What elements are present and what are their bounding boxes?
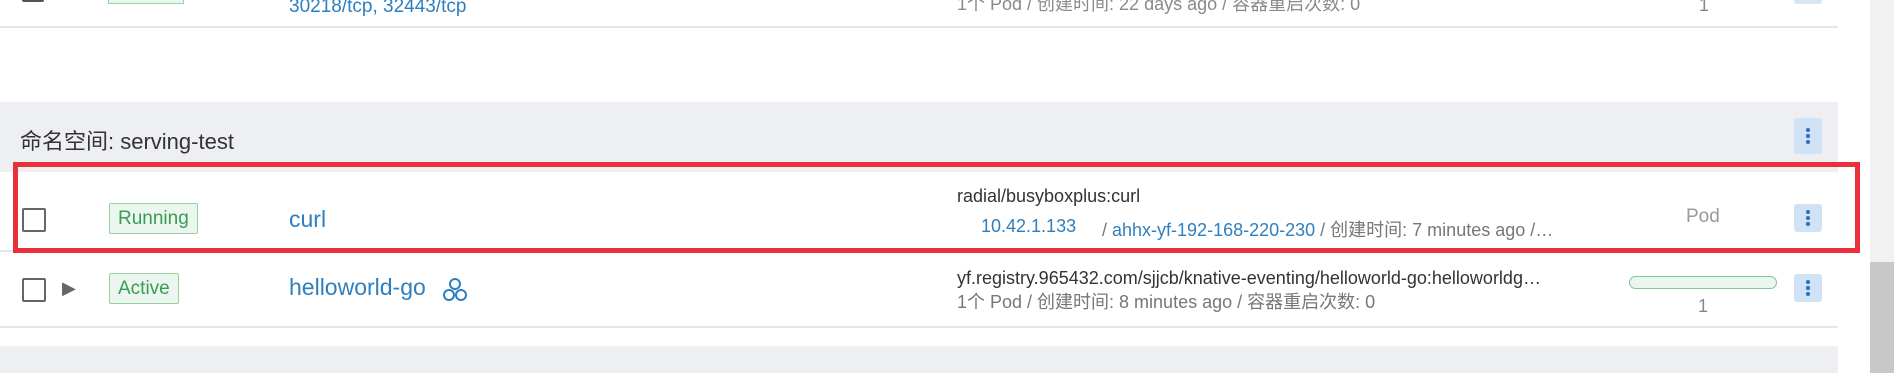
pod-progress-bar (1629, 276, 1777, 289)
row-checkbox[interactable] (22, 0, 44, 2)
table-row: ▶ Active helloworld-go yf.registry.96543… (0, 252, 1838, 328)
container-image: yf.registry.965432.com/sjjcb/knative-eve… (957, 268, 1541, 288)
triangle-right-icon[interactable]: ▶ (62, 278, 76, 299)
pod-count: 1 (1699, 0, 1710, 15)
cluster-service-icon (443, 278, 467, 301)
next-group-header (0, 346, 1838, 373)
row-menu-button[interactable] (1794, 0, 1822, 4)
status-badge (108, 0, 184, 4)
workload-list: 30218/tcp, 32443/tcp 1个 Pod / 创建时间: 22 d… (0, 0, 1870, 373)
status-badge: Active (109, 273, 179, 304)
namespace-title: 命名空间: serving-test (20, 129, 234, 154)
scrollbar-thumb[interactable] (1870, 262, 1894, 373)
pod-meta: 1个 Pod / 创建时间: 8 minutes ago / 容器重启次数: 0 (957, 292, 1376, 312)
group-menu-button[interactable] (1794, 118, 1822, 154)
row-menu-button[interactable] (1794, 274, 1822, 302)
kebab-vertical-icon (1806, 280, 1810, 296)
row-checkbox[interactable] (22, 278, 46, 302)
table-row: 30218/tcp, 32443/tcp 1个 Pod / 创建时间: 22 d… (0, 0, 1838, 28)
workload-name-link[interactable]: helloworld-go (289, 274, 426, 301)
ports-link[interactable]: 30218/tcp, 32443/tcp (289, 0, 466, 18)
pod-count: 1 (1698, 296, 1709, 316)
row-meta: 1个 Pod / 创建时间: 22 days ago / 容器重启次数: 0 (957, 0, 1361, 14)
kebab-vertical-icon (1806, 128, 1810, 144)
highlight-box (13, 162, 1860, 253)
